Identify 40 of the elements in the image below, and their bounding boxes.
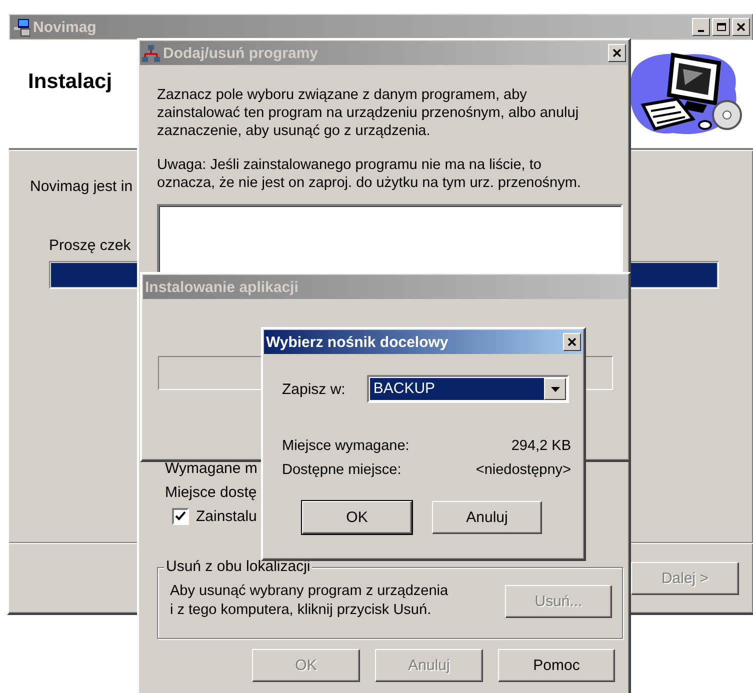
info-label: Miejsce wymagane:	[282, 437, 410, 455]
window-title: Instalowanie aplikacji	[145, 278, 300, 296]
maximize-icon	[716, 23, 726, 31]
progress-label: Proszę czek	[49, 237, 131, 254]
dropdown-button[interactable]	[544, 378, 566, 400]
check-icon	[175, 511, 186, 522]
close-icon	[568, 338, 576, 346]
maximize-button[interactable]	[712, 18, 730, 36]
app-icon	[12, 18, 30, 36]
group-title: Usuń z obu lokalizacji	[164, 558, 312, 575]
field-label: Zapisz w:	[282, 380, 346, 398]
ok-button[interactable]: OK	[302, 501, 412, 534]
info-text: Wymagane m	[165, 460, 258, 478]
help-button[interactable]: Pomoc	[498, 649, 615, 682]
status-message: Novimag jest in	[30, 178, 133, 195]
window-title: Dodaj/usuń programy	[163, 44, 320, 62]
info-value: 294,2 KB	[511, 437, 571, 455]
minimize-button[interactable]	[692, 18, 710, 36]
header-title: Instalacj	[28, 70, 112, 94]
info-text: Miejsce dostę	[165, 484, 257, 502]
dropdown-value: BACKUP	[370, 378, 544, 400]
app-icon	[142, 44, 160, 62]
close-button[interactable]	[608, 44, 626, 62]
window-title: Novimag	[33, 18, 98, 36]
close-icon	[613, 49, 621, 57]
description-text: Aby usunąć wybrany program z urządzenia i z tego komputera, kliknij przycisk Usuń.	[170, 582, 448, 620]
info-value: <niedostępny>	[476, 461, 571, 479]
note-text: Uwaga: Jeśli zainstalowanego programu nie ma na liście, to oznacza, że nie jest on zaproj. do użytku na tym urz. przenośnym.	[157, 156, 581, 192]
close-button[interactable]	[732, 18, 750, 36]
info-label: Dostępne miejsce:	[282, 461, 402, 479]
cancel-button[interactable]: Anuluj	[432, 501, 542, 534]
caret-icon	[550, 386, 560, 392]
checkbox[interactable]	[172, 508, 189, 525]
close-button[interactable]	[563, 333, 581, 351]
window-title: Wybierz nośnik docelowy	[266, 334, 450, 350]
minimize-icon	[698, 30, 704, 32]
checkbox-label: Zainstalu	[196, 508, 257, 525]
instruction-text: Zaznacz pole wyboru związane z danym programem, aby zainstalować ten program na urządzeniu przenośnym, albo anuluj zaznaczenie, aby usunąć go z urządzenia.	[157, 86, 579, 140]
close-icon	[737, 23, 745, 31]
location-dropdown[interactable]: BACKUP	[367, 375, 570, 403]
